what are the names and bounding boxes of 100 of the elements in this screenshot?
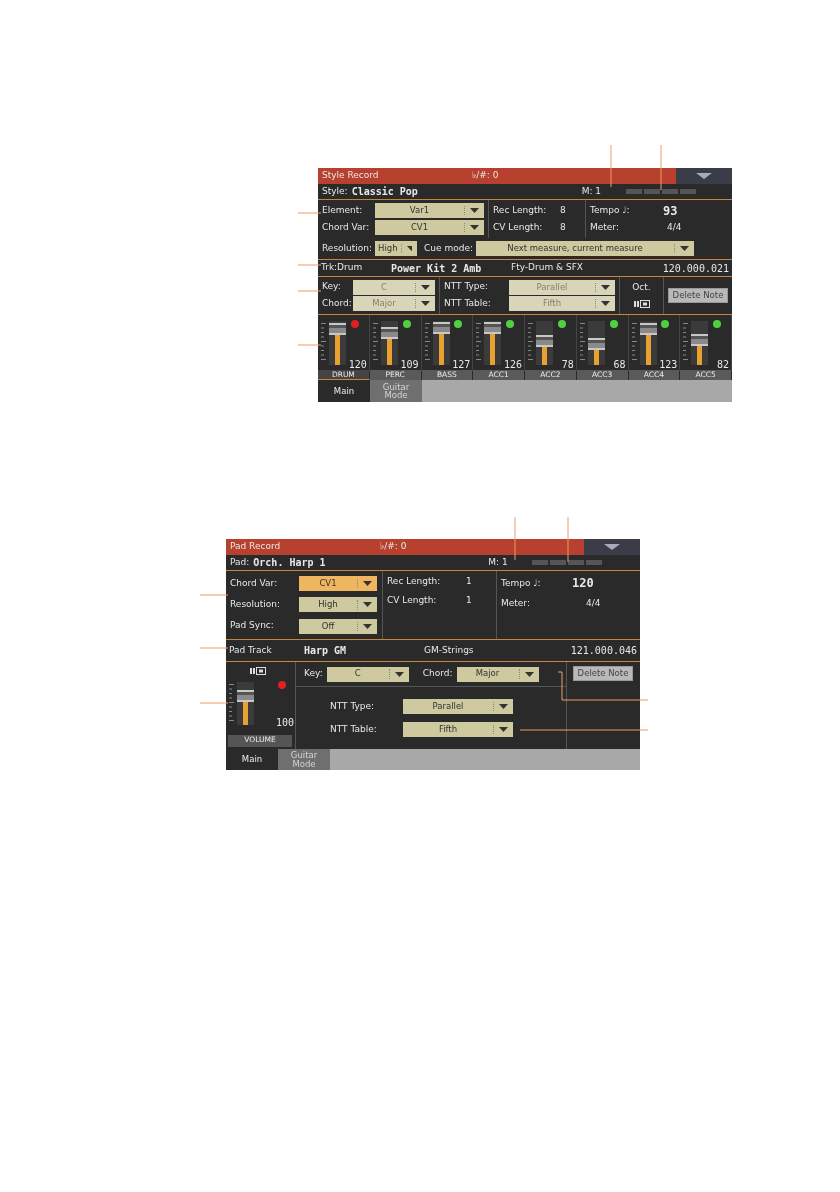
- fader-value: 82: [716, 359, 729, 370]
- triangle-icon: [604, 544, 620, 550]
- dropdown[interactable]: Fifth: [403, 722, 513, 737]
- fader-track[interactable]: [484, 321, 502, 365]
- caret-icon: [406, 246, 413, 251]
- octave-label: Oct.: [632, 282, 651, 293]
- dropdown[interactable]: Off: [299, 618, 377, 634]
- triangle-icon: [696, 173, 712, 179]
- fader-thumb[interactable]: [639, 322, 657, 335]
- field-value: 8: [560, 205, 566, 216]
- fader-thumb[interactable]: [329, 322, 346, 335]
- fader-fill: [645, 334, 651, 365]
- fader-track[interactable]: [639, 321, 657, 365]
- field-label: Chord:: [322, 298, 350, 309]
- fader-track[interactable]: [329, 321, 346, 365]
- delete-note-button[interactable]: Delete Note: [572, 666, 634, 682]
- field-label: Chord Var:: [322, 222, 371, 233]
- dropdown[interactable]: Next measure, current measure: [476, 241, 694, 256]
- caret-icon: [524, 671, 534, 677]
- measure-counter: M: 1: [488, 557, 509, 568]
- dropdown[interactable]: Parallel: [403, 699, 513, 714]
- fader-fill: [697, 345, 703, 365]
- field-label: Rec Length:: [387, 577, 442, 587]
- fader-track[interactable]: [691, 321, 709, 365]
- tab[interactable]: Main: [318, 380, 370, 402]
- fader-thumb[interactable]: [237, 689, 254, 702]
- caret-icon: [363, 602, 372, 608]
- info-label: Style:: [322, 186, 348, 197]
- scale-ticks: [372, 323, 379, 363]
- tab[interactable]: Guitar Mode: [370, 380, 422, 402]
- dropdown[interactable]: Major: [456, 666, 539, 682]
- fader-thumb[interactable]: [587, 337, 605, 350]
- scale-ticks: [321, 323, 327, 363]
- measure-counter: M: 1: [581, 186, 603, 197]
- dropdown[interactable]: High: [299, 597, 377, 613]
- fader-value: 126: [503, 359, 522, 370]
- leader-line: [567, 516, 569, 563]
- screen-title: Pad Record: [230, 542, 282, 552]
- info-value: Orch. Harp 1: [253, 557, 327, 568]
- fader-fill: [542, 347, 547, 365]
- dropdown[interactable]: Var1: [375, 203, 484, 218]
- scale-ticks: [424, 323, 431, 363]
- leader-line: [199, 594, 229, 596]
- field-label: Pad Sync:: [230, 621, 275, 632]
- fader-fill: [243, 701, 248, 725]
- leader-line: [660, 144, 662, 191]
- dropdown[interactable]: CV1: [375, 220, 484, 235]
- fader-track[interactable]: [380, 321, 398, 365]
- fader-fill: [438, 333, 444, 365]
- dropdown[interactable]: C: [326, 666, 409, 682]
- fader-value: 120: [348, 359, 367, 370]
- field-label: NTT Table:: [330, 724, 378, 735]
- fader-track[interactable]: [587, 321, 605, 365]
- beat-indicator: [625, 189, 696, 194]
- menu-button[interactable]: [676, 168, 732, 184]
- fader-value: 78: [561, 359, 574, 370]
- caret-icon: [394, 671, 404, 677]
- fader-value: 100: [275, 717, 294, 728]
- fader-fill: [593, 349, 599, 365]
- screen-title: Style Record: [322, 171, 380, 181]
- field-label: CV Length:: [493, 222, 544, 233]
- accidental-setting: ♭/#: 0: [380, 542, 408, 552]
- caret-icon: [421, 301, 430, 307]
- caret-icon: [680, 246, 689, 251]
- beat-indicator: [532, 560, 603, 565]
- tab[interactable]: Guitar Mode: [278, 749, 330, 770]
- caret-icon: [470, 225, 479, 230]
- octave-icon: [633, 300, 650, 309]
- fader-thumb[interactable]: [536, 335, 553, 348]
- field-label: Key:: [322, 282, 342, 293]
- track-label: Pad Track: [229, 645, 273, 656]
- octave-icon: [250, 666, 266, 675]
- fader-thumb[interactable]: [691, 333, 709, 346]
- fader-thumb[interactable]: [380, 326, 398, 339]
- fader-track[interactable]: [237, 681, 254, 725]
- info-label: Pad:: [230, 557, 250, 568]
- fader-thumb[interactable]: [432, 321, 450, 334]
- field-value: 1: [466, 577, 472, 587]
- fader-fill: [335, 334, 340, 365]
- caret-icon: [363, 581, 372, 587]
- field-label: Meter:: [590, 223, 620, 234]
- fader-value: 68: [613, 359, 626, 370]
- field-label: Key:: [304, 669, 323, 679]
- fader-track[interactable]: [536, 321, 553, 365]
- menu-button[interactable]: [584, 539, 640, 555]
- fader-thumb[interactable]: [484, 322, 502, 335]
- field-label: Chord:: [422, 669, 453, 679]
- tempo-value: 120: [572, 577, 594, 591]
- delete-note-button[interactable]: Delete Note: [667, 287, 729, 304]
- dropdown[interactable]: CV1: [299, 576, 377, 592]
- fader-track[interactable]: [432, 321, 450, 365]
- field-label: NTT Table:: [444, 298, 492, 309]
- info-value: Classic Pop: [351, 186, 419, 197]
- scale-ticks: [631, 323, 638, 363]
- scale-ticks: [229, 683, 235, 724]
- field-label: Element:: [322, 205, 364, 216]
- leader-line: [297, 264, 322, 266]
- dropdown[interactable]: High: [375, 241, 418, 256]
- tab[interactable]: Main: [226, 749, 278, 770]
- scale-ticks: [476, 323, 483, 363]
